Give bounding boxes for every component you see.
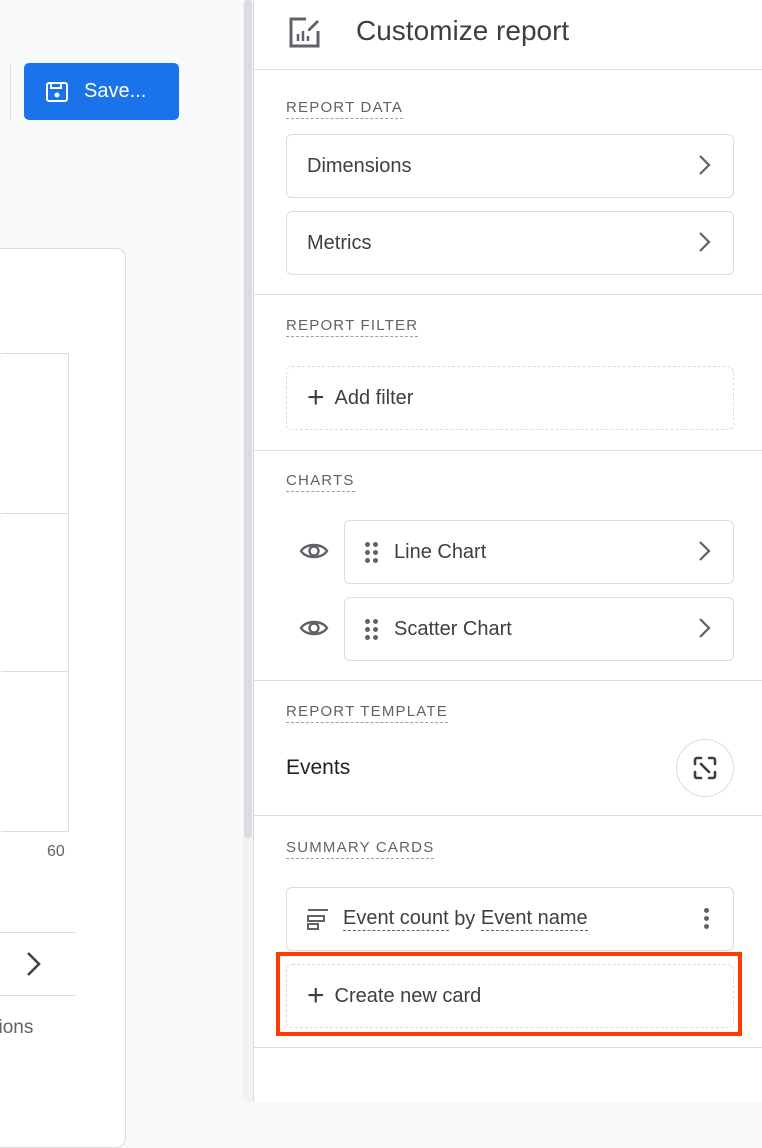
gridline [1,513,69,514]
drag-handle-icon[interactable] [365,618,378,640]
unlink-icon [693,756,717,780]
card-dimension: Event name [480,907,588,931]
template-name: Events [286,756,351,779]
unlink-template-button[interactable] [676,739,734,797]
eye-icon[interactable] [299,618,329,638]
eye-icon[interactable] [299,541,329,561]
chevron-right-icon[interactable] [25,951,43,977]
divider [254,450,762,451]
section-heading: REPORT FILTER [286,317,419,337]
divider [254,69,762,70]
panel-title: Customize report [356,15,570,46]
axis-tick: 60 [47,843,65,860]
divider [254,294,762,295]
create-card-label: Create new card [334,984,482,1007]
section-heading: CHARTS [286,472,355,492]
edit-chart-icon [289,17,320,48]
more-options-icon[interactable] [704,908,709,929]
divider [254,815,762,816]
plus-icon: + [307,979,325,1012]
chart-plot-area [1,353,69,832]
summary-card-item[interactable]: Event count by Event name [286,887,734,951]
section-heading: REPORT DATA [286,99,404,119]
footer-text-fragment: sions [0,1017,34,1038]
save-button[interactable]: Save... [24,63,179,120]
drag-handle-icon[interactable] [365,541,378,563]
plus-icon: + [307,381,325,414]
add-filter-button[interactable]: + Add filter [286,366,734,430]
divider [254,1047,762,1048]
bar-chart-icon [307,909,328,930]
item-label: Line Chart [394,540,487,563]
chart-item-line[interactable]: Line Chart [344,520,734,584]
create-new-card-button[interactable]: + Create new card [286,964,734,1028]
chevron-right-icon [699,232,711,252]
item-label: Dimensions [307,154,412,177]
toolbar-divider [10,63,11,120]
chevron-right-icon [699,155,711,175]
item-label: Metrics [307,231,372,254]
divider [254,680,762,681]
divider [0,932,76,933]
chart-item-scatter[interactable]: Scatter Chart [344,597,734,661]
metrics-item[interactable]: Metrics [286,211,734,275]
add-filter-label: Add filter [334,386,414,409]
card-metric: Event count [343,907,449,931]
customize-report-panel: Customize report REPORT DATA Dimensions … [253,0,762,1102]
dimensions-item[interactable]: Dimensions [286,134,734,198]
item-label: Scatter Chart [394,617,512,640]
report-card: t 60 sions [0,248,126,1148]
save-icon [46,81,68,102]
card-by: by [454,907,476,930]
section-heading: SUMMARY CARDS [286,839,435,859]
scrollbar-thumb[interactable] [244,0,252,838]
section-heading: REPORT TEMPLATE [286,703,448,723]
gridline [1,671,69,672]
chevron-right-icon [699,541,711,561]
save-label: Save... [84,80,147,102]
divider [0,995,76,996]
chevron-right-icon [699,618,711,638]
